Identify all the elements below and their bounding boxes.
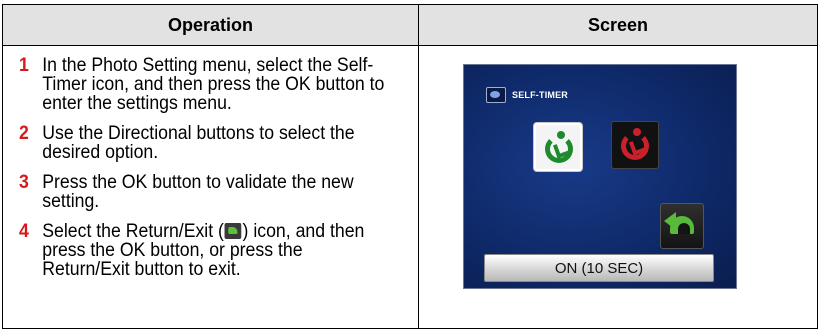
timer-icon bbox=[545, 131, 573, 163]
step-text: Select the Return/Exit () icon, and then… bbox=[42, 222, 391, 279]
instruction-table: Operation Screen 1 In the Photo Setting … bbox=[2, 4, 818, 329]
status-bar: ON (10 SEC) bbox=[484, 254, 714, 282]
timer-icon bbox=[621, 128, 649, 160]
step-text: Press the OK button to validate the new … bbox=[42, 172, 354, 212]
step-4: 4 Select the Return/Exit () icon, and th… bbox=[19, 222, 391, 279]
operation-cell: 1 In the Photo Setting menu, select the … bbox=[2, 45, 419, 329]
step-1: 1 In the Photo Setting menu, select the … bbox=[19, 56, 391, 113]
self-timer-icon bbox=[486, 87, 506, 103]
step-text: In the Photo Setting menu, select the Se… bbox=[42, 55, 385, 114]
step-number: 4 bbox=[19, 221, 29, 242]
return-exit-icon bbox=[224, 223, 242, 239]
operation-header: Operation bbox=[2, 4, 419, 46]
step-number: 2 bbox=[19, 123, 29, 144]
step-2: 2 Use the Directional buttons to select … bbox=[19, 124, 391, 162]
self-timer-on-option[interactable] bbox=[611, 121, 659, 169]
return-button[interactable] bbox=[660, 203, 704, 249]
return-arrow-icon bbox=[664, 212, 694, 234]
screen-cell: SELF-TIMER ON (10 SEC) bbox=[418, 45, 818, 329]
step-number: 3 bbox=[19, 172, 29, 193]
step-text-before: Select the Return/Exit ( bbox=[42, 221, 224, 242]
self-timer-off-option[interactable] bbox=[534, 123, 582, 171]
screen-title-row: SELF-TIMER bbox=[486, 87, 568, 103]
step-text: Use the Directional buttons to select th… bbox=[42, 123, 355, 163]
screen-title: SELF-TIMER bbox=[512, 90, 568, 100]
camera-screen: SELF-TIMER ON (10 SEC) bbox=[463, 64, 737, 289]
step-list: 1 In the Photo Setting menu, select the … bbox=[3, 46, 418, 279]
step-number: 1 bbox=[19, 55, 29, 76]
screen-header: Screen bbox=[418, 4, 818, 46]
step-3: 3 Press the OK button to validate the ne… bbox=[19, 173, 391, 211]
